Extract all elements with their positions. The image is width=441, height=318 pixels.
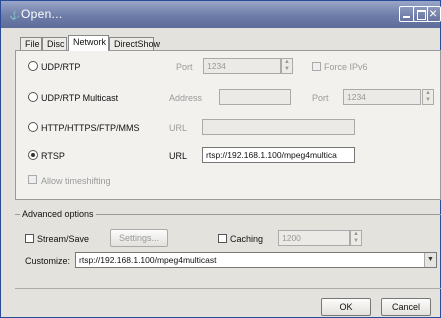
multicast-port-spinner[interactable]: ▲ ▼: [422, 89, 434, 105]
udp-label: UDP/RTP: [41, 62, 81, 72]
multicast-port-label: Port: [312, 93, 329, 103]
udp-radio[interactable]: [28, 61, 38, 71]
rtsp-url-label: URL: [169, 151, 188, 161]
udp-multicast-radio[interactable]: [28, 92, 38, 102]
caching-checkbox[interactable]: [218, 234, 227, 243]
title-bar[interactable]: ⚓ Open...: [1, 1, 441, 28]
http-url-field[interactable]: [202, 119, 355, 135]
tab-disc[interactable]: Disc: [42, 37, 67, 51]
tab-file[interactable]: File: [20, 37, 42, 51]
timeshift-row: Allow timeshifting: [16, 172, 441, 190]
timeshift-label: Allow timeshifting: [41, 176, 111, 186]
advanced-options-title: Advanced options: [20, 209, 96, 219]
chevron-down-icon[interactable]: ▼: [424, 253, 436, 267]
advanced-options-group: Advanced options Stream/Save Settings...…: [15, 209, 441, 272]
udp-port-spinner[interactable]: ▲ ▼: [281, 58, 293, 74]
http-radio[interactable]: [28, 122, 38, 132]
open-dialog: ⚓ Open... File Disc Network DirectShow U…: [0, 0, 441, 318]
udp-row: UDP/RTP Port 1234 ▲ ▼ Force IPv6: [16, 58, 441, 76]
caching-field[interactable]: 1200: [278, 230, 350, 246]
network-panel: UDP/RTP Port 1234 ▲ ▼ Force IPv6 UDP/RTP …: [15, 50, 441, 200]
tab-network[interactable]: Network: [68, 35, 109, 51]
stream-save-checkbox[interactable]: [25, 234, 34, 243]
udp-multicast-row: UDP/RTP Multicast Address Port 1234 ▲ ▼: [16, 89, 441, 107]
stream-save-label: Stream/Save: [37, 234, 90, 244]
app-icon: ⚓: [9, 10, 21, 20]
rtsp-radio[interactable]: [28, 150, 38, 160]
tab-directshow[interactable]: DirectShow: [109, 37, 160, 51]
multicast-port-field[interactable]: 1234: [343, 89, 421, 105]
customize-combobox[interactable]: rtsp://192.168.1.100/mpeg4multicast ▼: [75, 252, 437, 268]
caching-label: Caching: [230, 234, 264, 244]
udp-port-label: Port: [176, 62, 193, 72]
http-url-label: URL: [169, 123, 188, 133]
multicast-address-field[interactable]: [219, 89, 291, 105]
customize-value: rtsp://192.168.1.100/mpeg4multicast: [79, 255, 217, 265]
multicast-address-label: Address: [169, 93, 203, 103]
force-ipv6-label: Force IPv6: [324, 62, 368, 72]
timeshift-checkbox[interactable]: [28, 175, 37, 184]
force-ipv6-checkbox[interactable]: [312, 62, 321, 71]
cancel-button[interactable]: Cancel: [381, 298, 431, 316]
window-title: Open...: [21, 7, 63, 21]
http-label: HTTP/HTTPS/FTP/MMS: [41, 123, 140, 133]
udp-multicast-label: UDP/RTP Multicast: [41, 93, 119, 103]
footer-divider: [15, 288, 441, 289]
settings-button[interactable]: Settings...: [110, 229, 168, 247]
ok-button[interactable]: OK: [321, 298, 371, 316]
rtsp-label: RTSP: [41, 151, 65, 161]
http-row: HTTP/HTTPS/FTP/MMS URL: [16, 119, 441, 137]
caching-spinner[interactable]: ▲ ▼: [350, 230, 362, 246]
rtsp-row: RTSP URL rtsp://192.168.1.100/mpeg4multi…: [16, 147, 441, 165]
customize-label: Customize:: [25, 256, 71, 266]
close-button[interactable]: [427, 5, 441, 22]
rtsp-url-field[interactable]: rtsp://192.168.1.100/mpeg4multica: [202, 147, 355, 163]
udp-port-field[interactable]: 1234: [203, 58, 281, 74]
